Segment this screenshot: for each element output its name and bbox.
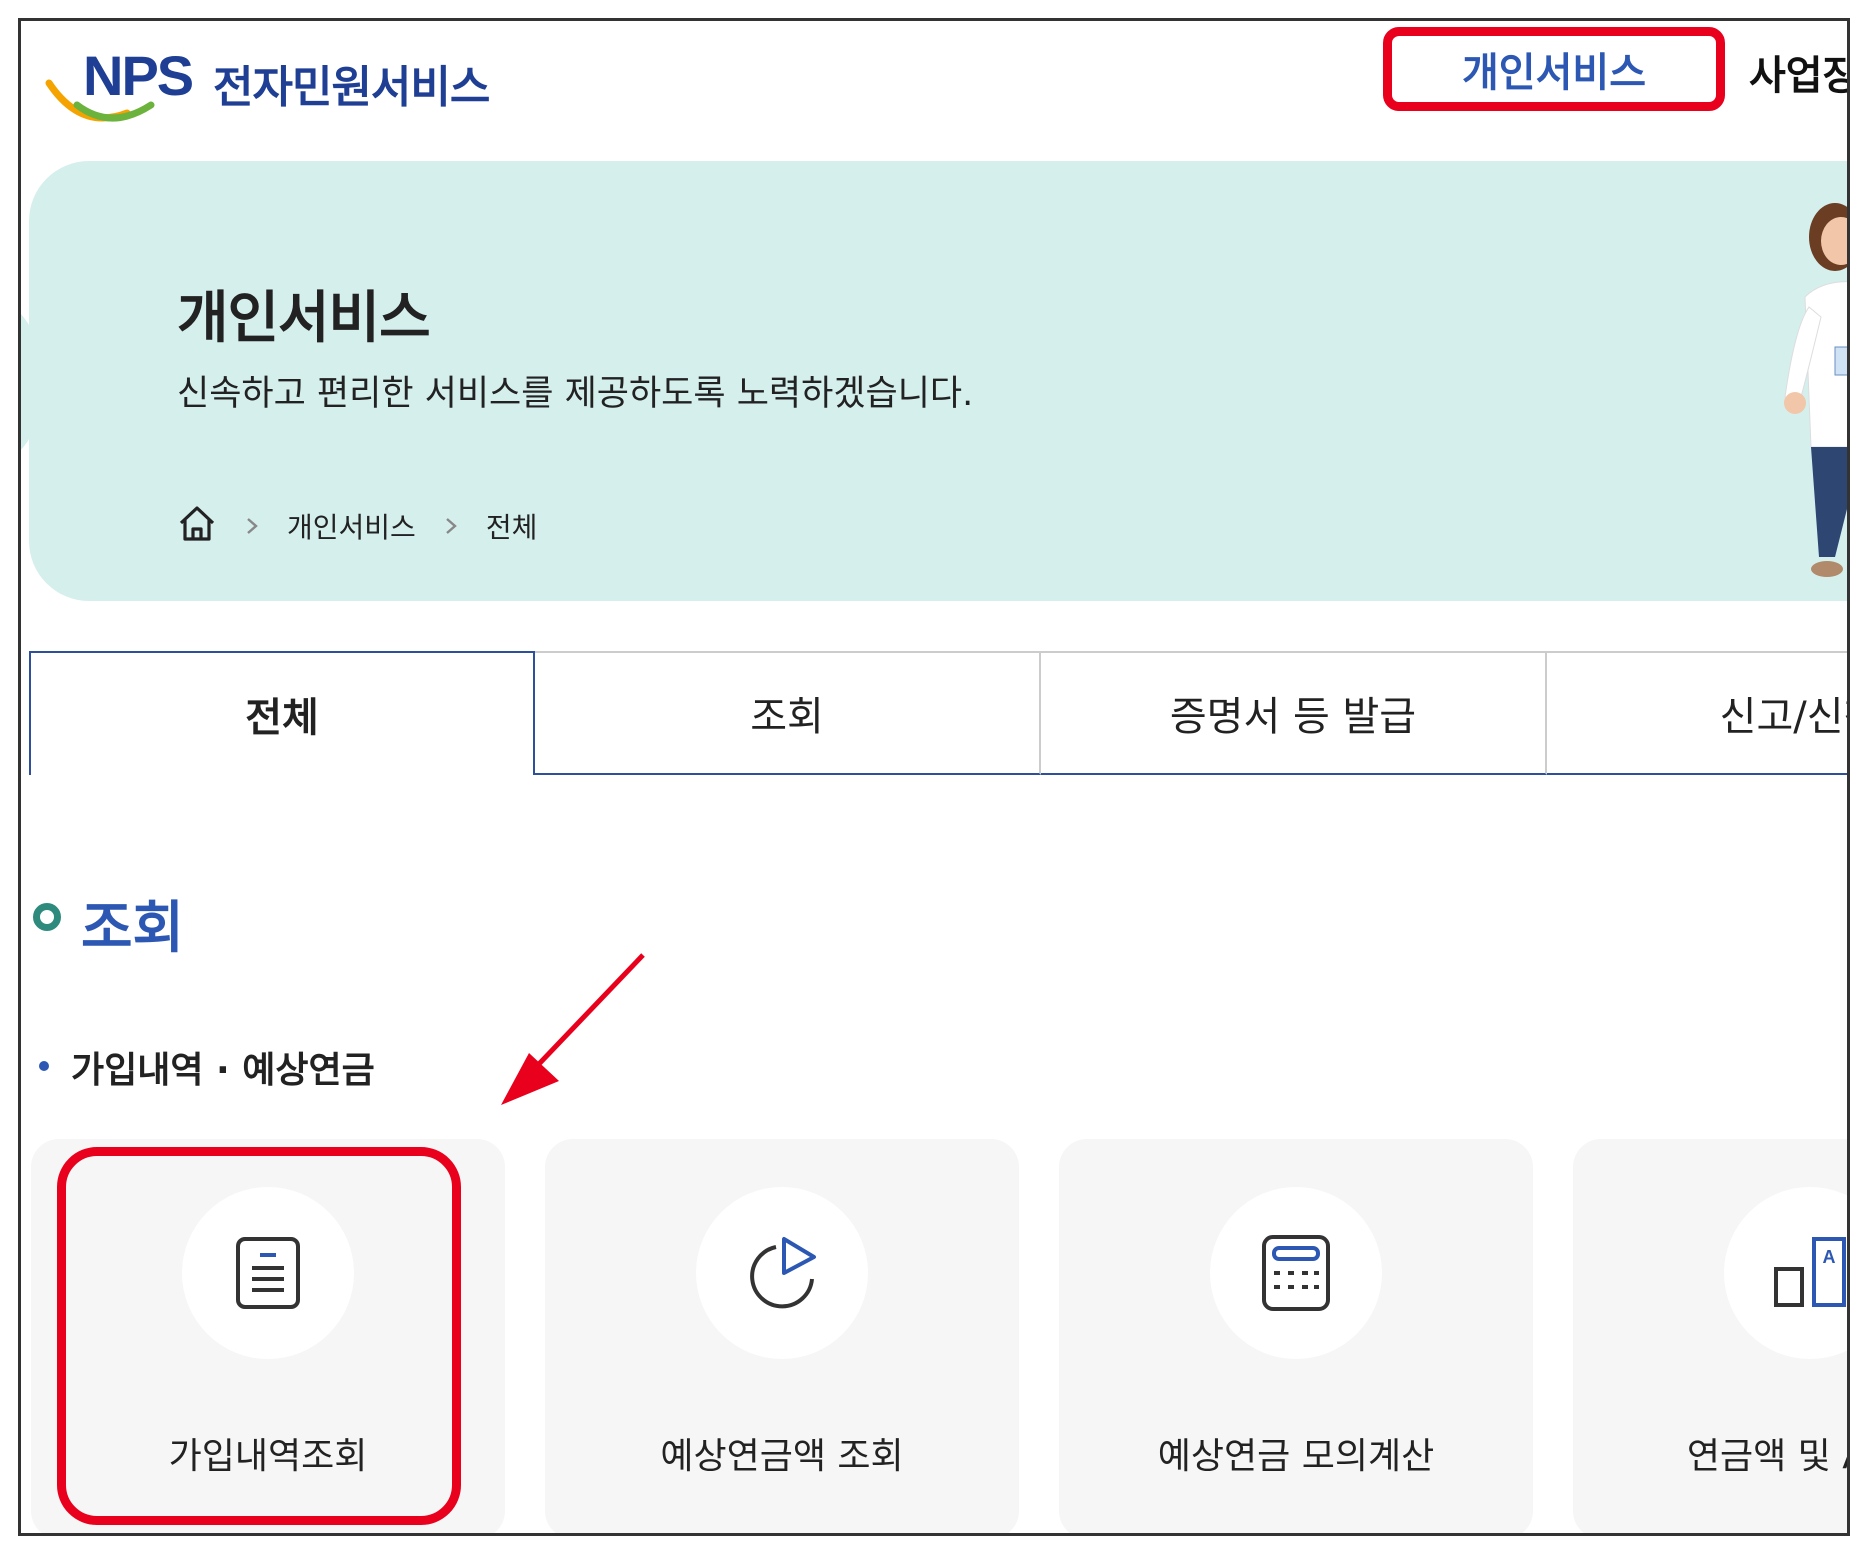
home-icon[interactable] (177, 503, 217, 550)
annotation-highlight-box (57, 1147, 461, 1525)
tab-certificate[interactable]: 증명서 등 발급 (1041, 651, 1547, 775)
section-bullet-icon (33, 903, 61, 931)
nav-business-services[interactable]: 사업장서 (1749, 43, 1847, 101)
calculator-icon (1262, 1235, 1330, 1311)
chevron-right-icon (217, 517, 287, 535)
nps-logo[interactable]: NPS 전자민원서비스 (41, 35, 491, 145)
service-card-pension-simulation[interactable]: 예상연금 모의계산 (1059, 1139, 1533, 1533)
logo-title: 전자민원서비스 (213, 62, 490, 113)
breadcrumb: 개인서비스 전체 (177, 501, 537, 551)
tab-inquiry[interactable]: 조회 (535, 651, 1041, 775)
breadcrumb-item-personal[interactable]: 개인서비스 (287, 506, 416, 546)
person-illustration (1784, 203, 1847, 577)
browser-viewport: NPS 전자민원서비스 개인서비스 사업장서 개인서비스 신속하고 편리한 서비… (18, 18, 1850, 1536)
annotation-arrow-icon (501, 953, 645, 1105)
breadcrumb-item-all[interactable]: 전체 (486, 506, 538, 546)
section-title: 조회 (81, 896, 185, 961)
subsection-bullet-icon (39, 1061, 49, 1071)
card-icon-circle: A (1724, 1187, 1847, 1359)
page-banner: 개인서비스 신속하고 편리한 서비스를 제공하도록 노력하겠습니다. 개인서비스… (29, 161, 1847, 601)
card-label: 연금액 및 A급여 (1686, 1436, 1847, 1477)
nav-personal-services[interactable]: 개인서비스 (1383, 27, 1725, 111)
tab-report-apply[interactable]: 신고/신청 (1547, 651, 1847, 775)
chevron-right-icon (416, 517, 486, 535)
card-icon-circle (696, 1187, 868, 1359)
compare-icon: A (1774, 1237, 1846, 1307)
card-label: 예상연금 모의계산 (1157, 1436, 1435, 1477)
card-label: 예상연금액 조회 (660, 1436, 904, 1477)
tab-all[interactable]: 전체 (29, 651, 535, 775)
subsection-title: 가입내역 · 예상연금 (71, 1050, 375, 1091)
card-icon-circle (1210, 1187, 1382, 1359)
service-card-pension-amount[interactable]: A 연금액 및 A급여 (1573, 1139, 1847, 1533)
pie-chart-icon (750, 1237, 816, 1309)
svg-text:A: A (1823, 1247, 1836, 1267)
page-title: 개인서비스 (177, 286, 431, 351)
service-card-expected-pension[interactable]: 예상연금액 조회 (545, 1139, 1019, 1533)
logo-mark: NPS (83, 44, 194, 107)
page-subtitle: 신속하고 편리한 서비스를 제공하도록 노력하겠습니다. (177, 374, 974, 414)
category-tabs: 전체 조회 증명서 등 발급 신고/신청 (29, 651, 1847, 775)
